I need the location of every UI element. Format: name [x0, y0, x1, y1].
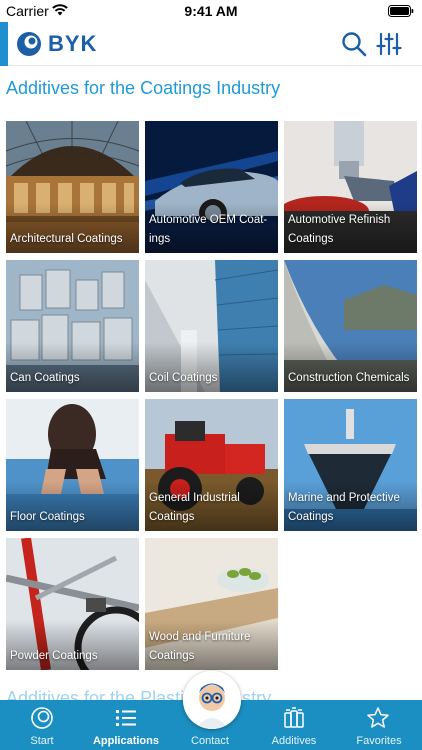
tab-label: Applications — [92, 735, 159, 747]
tab-start[interactable]: Start — [0, 700, 84, 750]
search-icon[interactable] — [340, 30, 368, 58]
tile-label: Coil Coatings — [149, 372, 218, 384]
additives-icon — [284, 707, 304, 728]
filter-sliders-icon[interactable] — [376, 31, 402, 57]
byk-logo-icon — [17, 32, 41, 56]
section-title: Additives for the Coatings Industry — [6, 78, 281, 98]
app-header: BYK — [0, 22, 422, 66]
tile-label: General Industrial Coatings — [149, 492, 240, 523]
brand-name: BYK — [48, 31, 98, 56]
tile-automotive-refinish-coatings[interactable]: Automotive Refinish Coatings — [284, 121, 417, 253]
tab-favorites[interactable]: Favorites — [336, 700, 422, 750]
contact-avatar-button[interactable] — [183, 671, 241, 729]
tile-label: Can Coatings — [10, 372, 80, 384]
byk-logo[interactable]: BYK — [16, 31, 97, 57]
tab-label: Start — [30, 735, 54, 747]
tile-general-industrial-coatings[interactable]: General Industrial Coatings — [145, 399, 278, 531]
tile-construction-chemicals[interactable]: Construction Chemicals — [284, 260, 417, 392]
start-icon — [31, 707, 53, 729]
contact-avatar-icon — [183, 671, 241, 729]
status-time: 9:41 AM — [184, 3, 238, 19]
tile-label: Automotive OEM Coat-ings — [149, 214, 268, 245]
tile-floor-coatings[interactable]: Floor Coatings — [6, 399, 139, 531]
tile-architectural-coatings[interactable]: Architectural Coatings — [6, 121, 139, 253]
tile-coil-coatings[interactable]: Coil Coatings — [145, 260, 278, 392]
tile-label: Powder Coatings — [10, 650, 98, 662]
tile-marine-protective-coatings[interactable]: Marine and Protective Coatings — [284, 399, 417, 531]
star-icon — [367, 707, 389, 728]
tile-powder-coatings[interactable]: Powder Coatings — [6, 538, 139, 670]
tile-wood-furniture-coatings[interactable]: Wood and Furniture Coatings — [145, 538, 278, 670]
tile-label: Architectural Coatings — [10, 233, 123, 245]
list-icon — [116, 710, 136, 726]
tile-label: Marine and Protective Coatings — [288, 492, 400, 523]
tab-label: Additives — [271, 735, 317, 747]
tile-label: Construction Chemicals — [288, 372, 410, 384]
tab-label: Favorites — [356, 735, 402, 747]
tab-applications[interactable]: Applications — [84, 700, 168, 750]
tab-label: Contact — [191, 735, 229, 747]
tile-automotive-oem-coatings[interactable]: Automotive OEM Coat-ings — [145, 121, 278, 253]
tile-label: Floor Coatings — [10, 511, 85, 523]
status-bar: Carrier 9:41 AM — [0, 0, 422, 22]
header-accent-bar — [0, 22, 8, 66]
tab-additives[interactable]: Additives — [252, 700, 336, 750]
tile-can-coatings[interactable]: Can Coatings — [6, 260, 139, 392]
battery-icon — [388, 5, 414, 17]
tile-label: Automotive Refinish Coatings — [288, 214, 391, 245]
tile-label: Wood and Furniture Coatings — [149, 631, 251, 662]
